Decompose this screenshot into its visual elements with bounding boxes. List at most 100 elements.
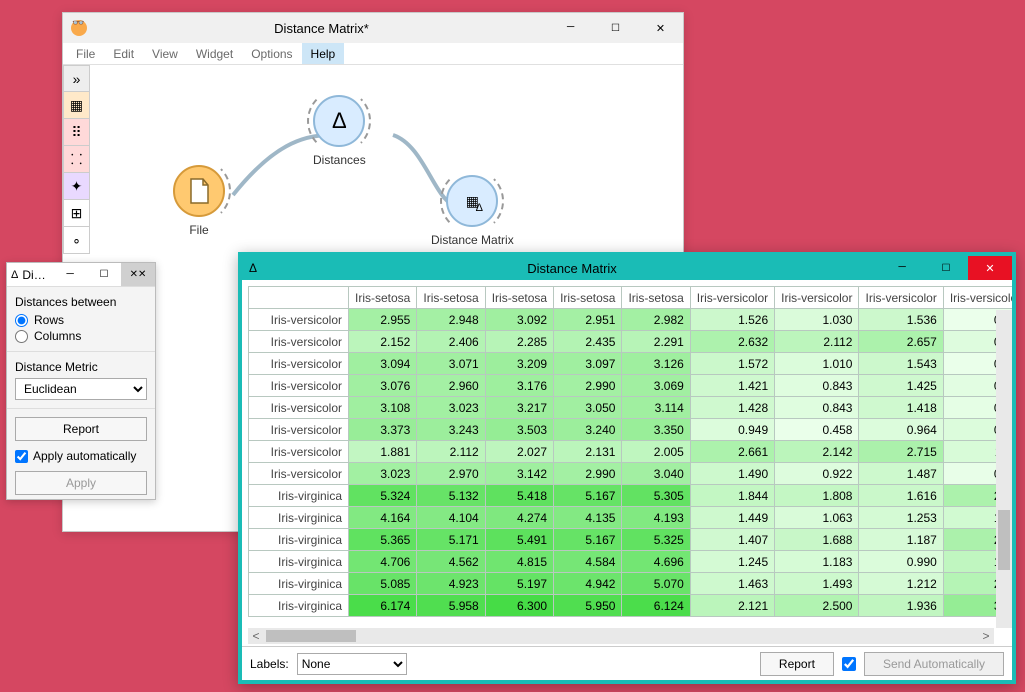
col-header[interactable]: Iris-setosa [485,287,553,309]
matrix-cell[interactable]: 0.843 [775,375,859,397]
table-row[interactable]: Iris-virginica6.1745.9586.3005.9506.1242… [249,595,1013,617]
matrix-cell[interactable]: 1.407 [690,529,774,551]
matrix-cell[interactable]: 5.085 [349,573,417,595]
matrix-cell[interactable]: 1.449 [690,507,774,529]
matrix-cell[interactable]: 0.964 [859,419,943,441]
matrix-cell[interactable]: 1.844 [690,485,774,507]
grid-minimize-button[interactable] [880,256,924,280]
table-row[interactable]: Iris-versicolor3.3733.2433.5033.2403.350… [249,419,1013,441]
matrix-cell[interactable]: 1.187 [859,529,943,551]
menu-edit[interactable]: Edit [104,43,143,64]
radio-columns[interactable]: Columns [15,329,147,343]
maximize-button[interactable] [593,13,638,43]
row-header[interactable]: Iris-versicolor [249,441,349,463]
matrix-cell[interactable]: 2.406 [417,331,485,353]
matrix-cell[interactable]: 1.881 [349,441,417,463]
matrix-cell[interactable]: 5.950 [554,595,622,617]
matrix-cell[interactable]: 1.936 [859,595,943,617]
matrix-cell[interactable]: 1.253 [859,507,943,529]
matrix-cell[interactable]: 2.285 [485,331,553,353]
matrix-cell[interactable]: 5.324 [349,485,417,507]
col-header[interactable]: Iris-setosa [554,287,622,309]
matrix-cell[interactable]: 2.955 [349,309,417,331]
matrix-cell[interactable]: 1.425 [859,375,943,397]
horizontal-scrollbar[interactable]: < > [248,628,994,644]
matrix-cell[interactable]: 6.300 [485,595,553,617]
matrix-cell[interactable]: 2.435 [554,331,622,353]
matrix-cell[interactable]: 2.142 [775,441,859,463]
matrix-cell[interactable]: 1.526 [690,309,774,331]
grid-report-button[interactable]: Report [760,652,834,676]
matrix-cell[interactable]: 3.217 [485,397,553,419]
tool-table-icon[interactable]: ▦ [63,92,90,119]
matrix-cell[interactable]: 1.183 [775,551,859,573]
matrix-cell[interactable]: 2.948 [417,309,485,331]
di-maximize-button[interactable] [87,263,121,286]
node-file[interactable]: File [173,165,225,237]
matrix-cell[interactable]: 3.040 [622,463,690,485]
matrix-cell[interactable]: 5.305 [622,485,690,507]
matrix-cell[interactable]: 3.209 [485,353,553,375]
matrix-cell[interactable]: 1.688 [775,529,859,551]
matrix-cell[interactable]: 1.245 [690,551,774,573]
matrix-cell[interactable]: 2.661 [690,441,774,463]
radio-rows[interactable]: Rows [15,313,147,327]
matrix-cell[interactable]: 3.108 [349,397,417,419]
table-row[interactable]: Iris-virginica5.3655.1715.4915.1675.3251… [249,529,1013,551]
matrix-cell[interactable]: 3.076 [349,375,417,397]
matrix-cell[interactable]: 3.050 [554,397,622,419]
matrix-cell[interactable]: 1.490 [690,463,774,485]
distance-metric-select[interactable]: Euclidean [15,378,147,400]
matrix-cell[interactable]: 2.632 [690,331,774,353]
radio-columns-input[interactable] [15,330,28,343]
matrix-cell[interactable]: 6.174 [349,595,417,617]
matrix-cell[interactable]: 5.167 [554,529,622,551]
table-row[interactable]: Iris-versicolor1.8812.1122.0272.1312.005… [249,441,1013,463]
matrix-cell[interactable]: 1.536 [859,309,943,331]
matrix-cell[interactable]: 3.373 [349,419,417,441]
h-scroll-thumb[interactable] [266,630,356,642]
menu-help[interactable]: Help [302,43,345,64]
matrix-cell[interactable]: 1.418 [859,397,943,419]
row-header[interactable]: Iris-versicolor [249,397,349,419]
matrix-cell[interactable]: 3.023 [349,463,417,485]
table-row[interactable]: Iris-versicolor3.1083.0233.2173.0503.114… [249,397,1013,419]
matrix-cell[interactable]: 5.418 [485,485,553,507]
matrix-cell[interactable]: 2.131 [554,441,622,463]
matrix-cell[interactable]: 4.815 [485,551,553,573]
row-header[interactable]: Iris-virginica [249,529,349,551]
matrix-cell[interactable]: 3.126 [622,353,690,375]
matrix-cell[interactable]: 3.503 [485,419,553,441]
matrix-cell[interactable]: 5.325 [622,529,690,551]
send-auto-button[interactable]: Send Automatically [864,652,1004,676]
matrix-cell[interactable]: 3.114 [622,397,690,419]
matrix-cell[interactable]: 1.030 [775,309,859,331]
matrix-cell[interactable]: 3.176 [485,375,553,397]
table-row[interactable]: Iris-versicolor3.0943.0713.2093.0973.126… [249,353,1013,375]
row-header[interactable]: Iris-versicolor [249,309,349,331]
tool-scatter-icon[interactable]: ⠿ [63,119,90,146]
grid-close-button[interactable] [968,256,1012,280]
matrix-cell[interactable]: 4.706 [349,551,417,573]
row-header[interactable]: Iris-virginica [249,595,349,617]
matrix-cell[interactable]: 2.990 [554,463,622,485]
matrix-cell[interactable]: 0.458 [775,419,859,441]
matrix-cell[interactable]: 2.112 [775,331,859,353]
report-button[interactable]: Report [15,417,147,441]
grid-titlebar[interactable]: Δ Distance Matrix [242,256,1012,280]
minimize-button[interactable] [548,13,593,43]
matrix-cell[interactable]: 5.491 [485,529,553,551]
tool-expand-icon[interactable]: » [63,65,90,92]
matrix-cell[interactable]: 4.164 [349,507,417,529]
menu-file[interactable]: File [67,43,104,64]
h-scroll-left-icon[interactable]: < [248,628,264,644]
col-header[interactable]: Iris-versicolor [690,287,774,309]
matrix-cell[interactable]: 4.942 [554,573,622,595]
matrix-cell[interactable]: 3.071 [417,353,485,375]
close-button[interactable] [638,13,683,43]
menu-options[interactable]: Options [242,43,301,64]
matrix-cell[interactable]: 4.274 [485,507,553,529]
matrix-cell[interactable]: 4.193 [622,507,690,529]
matrix-cell[interactable]: 5.167 [554,485,622,507]
table-row[interactable]: Iris-versicolor3.0762.9603.1762.9903.069… [249,375,1013,397]
